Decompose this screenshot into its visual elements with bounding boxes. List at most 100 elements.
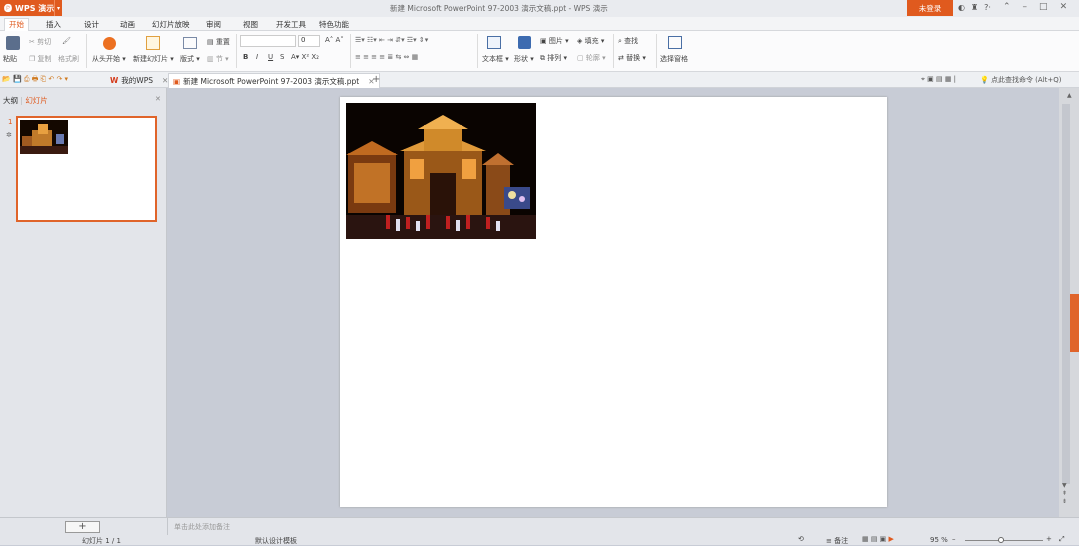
replace-button[interactable]: ⇄ 替换 ▾ — [618, 53, 646, 63]
strike-button[interactable]: S — [280, 53, 284, 61]
outline-button[interactable]: ▢ 轮廓 ▾ — [577, 53, 606, 63]
picture-label: 图片 — [548, 37, 563, 45]
bullet-list-icon[interactable]: ☰▾ ☷▾ ⇤ ⇥ ⇵▾ ☲▾ ⇕▾ — [355, 36, 428, 44]
help-icon[interactable]: ?· — [984, 3, 991, 12]
tab-outline[interactable]: 大纲 — [3, 96, 18, 105]
minimize-button[interactable]: – — [1023, 2, 1028, 12]
tab-developer[interactable]: 开发工具 — [276, 19, 306, 30]
replace-icon: ⇄ — [618, 54, 624, 62]
fill-icon: ◈ — [577, 37, 583, 45]
close-icon[interactable]: ✕ — [155, 95, 161, 103]
restore-icon[interactable]: ⟲ — [798, 535, 804, 543]
zoom-slider-handle[interactable] — [998, 537, 1004, 543]
underline-button[interactable]: U — [268, 53, 273, 61]
font-name-select[interactable] — [240, 35, 296, 47]
find-button[interactable]: ⌕ 查找 — [618, 36, 638, 46]
command-search[interactable]: 💡 点此查找命令 (Alt+Q) — [980, 75, 1062, 85]
chevron-down-icon[interactable]: ▾ — [54, 0, 62, 16]
align-icon[interactable]: ≡ ≡ ≡ ≡ ≣ ⇆ ⇔ ▦ — [355, 53, 418, 61]
scroll-page-icons[interactable]: ▼ ⇞ ⇟ — [1062, 482, 1067, 506]
selection-pane-button[interactable]: 选择窗格 — [660, 54, 688, 64]
notes-pane[interactable]: 单击此处添加备注 — [168, 517, 1079, 535]
ribbon-toggle-icon[interactable]: ⌃ — [1003, 2, 1011, 12]
bold-button[interactable]: B — [243, 53, 248, 61]
add-slide-button[interactable]: + — [65, 521, 100, 533]
tab-document[interactable]: ▣ 新建 Microsoft PowerPoint 97-2003 演示文稿.p… — [168, 73, 380, 88]
slide-number: 1 — [8, 118, 13, 126]
zoom-level: 95 % — [930, 536, 948, 544]
zoom-out-icon[interactable]: – — [952, 535, 956, 543]
add-slide-bar: + — [0, 517, 168, 535]
paste-button[interactable]: 粘贴 — [3, 54, 17, 64]
from-start-button[interactable]: 从头开始 ▾ — [92, 54, 126, 64]
tab-slides[interactable]: 幻灯片 — [25, 96, 48, 105]
tab-my-wps-label: 我的WPS — [121, 76, 153, 85]
tab-insert[interactable]: 插入 — [46, 19, 61, 30]
textbox-button[interactable]: 文本框 ▾ — [482, 54, 509, 64]
notes-icon: ≡ — [826, 537, 832, 545]
side-panel-handle[interactable] — [1070, 294, 1079, 352]
notes-placeholder[interactable]: 单击此处添加备注 — [174, 522, 230, 532]
italic-button[interactable]: I — [256, 53, 258, 61]
tab-design[interactable]: 设计 — [84, 19, 99, 30]
command-search-label: 点此查找命令 (Alt+Q) — [990, 76, 1062, 84]
fit-window-icon[interactable]: ⤢ — [1059, 535, 1065, 544]
ribbon: 粘贴 ✂ 剪切 ❐ 复制 🖌 格式刷 从头开始 ▾ 新建幻灯片 ▾ 版式 ▾ ▤… — [0, 31, 1079, 72]
new-slide-label: 新建幻灯片 — [133, 55, 168, 63]
tab-document-label: 新建 Microsoft PowerPoint 97-2003 演示文稿.ppt — [183, 76, 360, 86]
section-label: 节 — [215, 55, 223, 63]
login-button[interactable]: 未登录 — [907, 0, 953, 16]
picture-button[interactable]: ▣ 图片 ▾ — [540, 36, 569, 46]
scroll-up-icon[interactable]: ▲ — [1067, 92, 1072, 99]
layout-button[interactable]: 版式 ▾ — [180, 54, 200, 64]
menu-tab-bar: 开始 插入 设计 动画 幻灯片放映 审阅 视图 开发工具 特色功能 — [0, 17, 1079, 31]
font-size-select[interactable]: 0 — [298, 35, 320, 47]
format-painter-button[interactable]: 格式刷 — [58, 54, 79, 64]
tab-home[interactable]: 开始 — [4, 18, 29, 31]
document-tab-bar: 📂 💾 ⎙ 🖶 ⎗ ↶ ↷ ▾ W 我的WPS ✕ ▣ 新建 Microsoft… — [0, 72, 1079, 88]
outline-icon: ▢ — [577, 54, 584, 62]
shape-icon — [518, 36, 531, 49]
shirt-icon[interactable]: ♜ — [971, 3, 978, 12]
fill-button[interactable]: ◈ 填充 ▾ — [577, 36, 604, 46]
quick-access-toolbar[interactable]: 📂 💾 ⎙ 🖶 ⎗ ↶ ↷ ▾ — [2, 75, 68, 86]
skin-icon[interactable]: ◐ — [958, 3, 965, 12]
status-bar: 幻灯片 1 / 1 默认设计模板 ⟲ ≡ 备注 ▦ ▤ ▣ ▶ 95 % – +… — [0, 535, 1079, 545]
new-slide-button[interactable]: 新建幻灯片 ▾ — [133, 54, 174, 64]
zoom-in-icon[interactable]: + — [1046, 535, 1052, 543]
tab-view[interactable]: 视图 — [243, 19, 258, 30]
doc-tool-icons[interactable]: ⌖ ▣ ▤ ▦ | — [921, 75, 956, 84]
app-menu-button[interactable]: 🅟 WPS 演示 ▾ — [0, 0, 62, 16]
tab-special[interactable]: 特色功能 — [319, 19, 349, 30]
close-button[interactable]: ✕ — [1060, 2, 1068, 12]
replace-label: 替换 — [626, 54, 641, 62]
tab-slideshow[interactable]: 幻灯片放映 — [152, 19, 190, 30]
cut-button[interactable]: ✂ 剪切 — [29, 37, 51, 47]
lightbulb-icon: 💡 — [980, 76, 989, 84]
zoom-slider[interactable] — [965, 540, 1043, 541]
font-grow-icon[interactable]: A˄ A˅ — [325, 36, 344, 44]
tab-my-wps[interactable]: W 我的WPS ✕ — [106, 73, 172, 88]
copy-icon: ❐ — [29, 55, 36, 63]
slide-picture[interactable] — [346, 103, 536, 239]
font-color-icon[interactable]: A▾ X² X₂ — [291, 53, 319, 61]
app-name: WPS 演示 — [15, 3, 55, 13]
shape-label: 形状 — [514, 55, 528, 63]
maximize-button[interactable]: □ — [1039, 2, 1048, 12]
reset-button[interactable]: ▤ 重置 — [207, 37, 230, 47]
vertical-scrollbar[interactable]: ▲ ▼ ⇞ ⇟ — [1059, 88, 1079, 517]
copy-button[interactable]: ❐ 复制 — [29, 54, 52, 64]
section-button[interactable]: ▥ 节 ▾ — [207, 54, 229, 64]
slide-thumbnail[interactable] — [16, 116, 157, 222]
new-tab-button[interactable]: + — [372, 74, 380, 85]
tab-animation[interactable]: 动画 — [120, 19, 135, 30]
find-label: 查找 — [624, 37, 639, 45]
arrange-button[interactable]: ⧉ 排列 ▾ — [540, 53, 567, 63]
ppt-file-icon: ▣ — [173, 76, 181, 86]
view-buttons[interactable]: ▦ ▤ ▣ ▶ — [862, 535, 894, 543]
tab-review[interactable]: 审阅 — [206, 19, 221, 30]
search-icon: ⌕ — [618, 37, 622, 45]
scroll-thumb[interactable] — [1062, 104, 1070, 484]
shape-button[interactable]: 形状 ▾ — [514, 54, 534, 64]
wps-logo-icon: 🅟 — [4, 3, 12, 13]
